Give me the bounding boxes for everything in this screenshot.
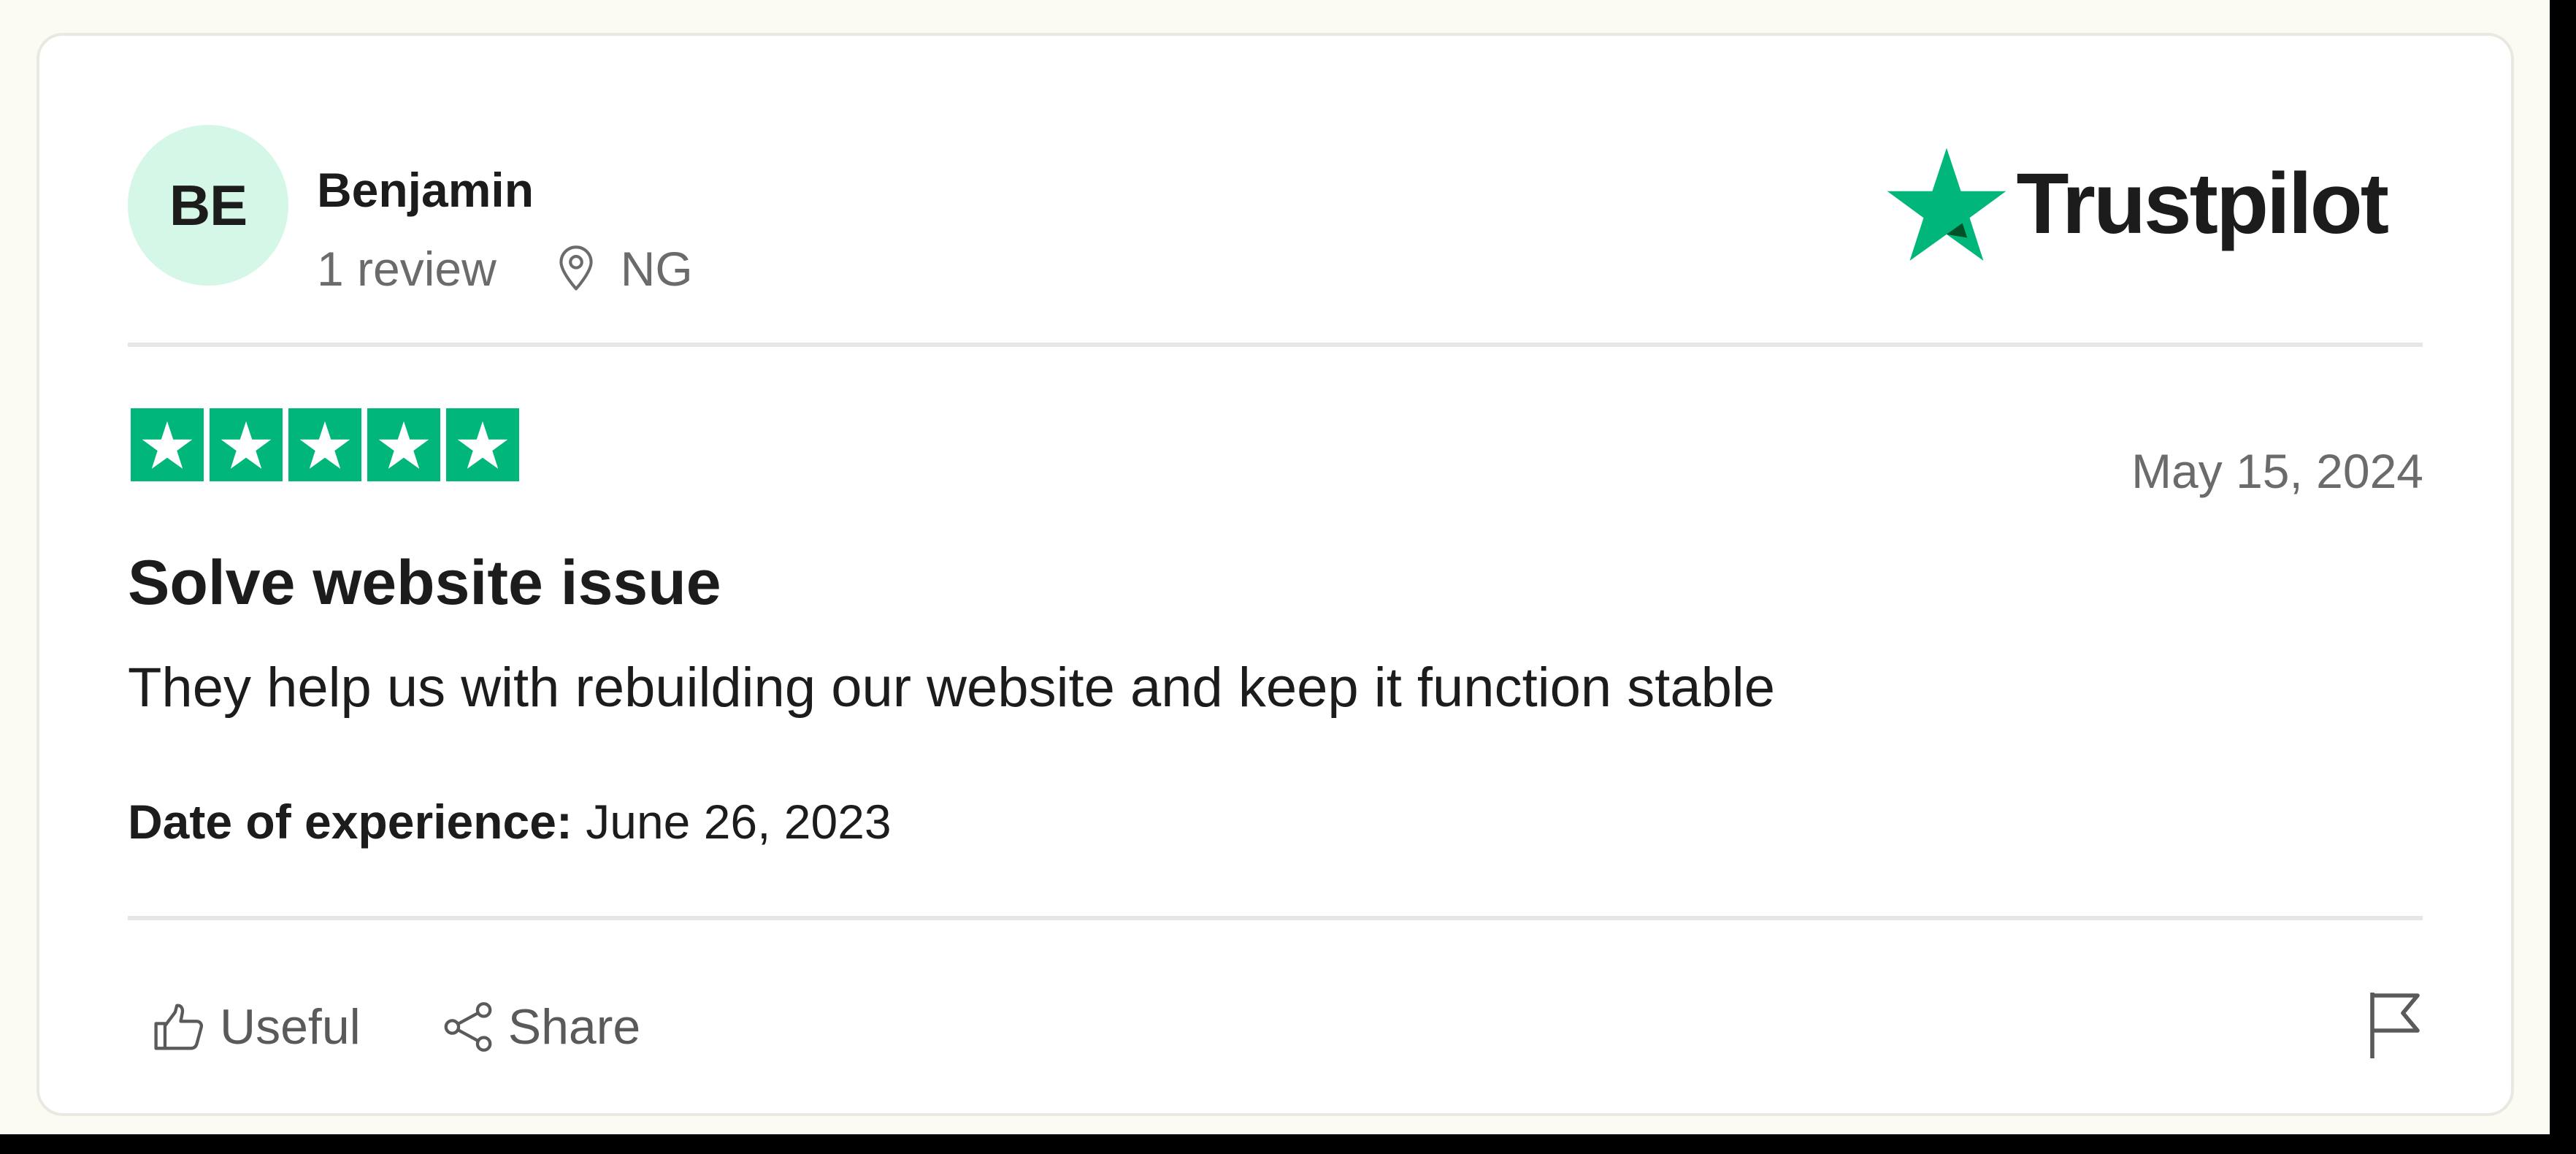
review-count: 1 review xyxy=(317,242,497,296)
trustpilot-star-icon xyxy=(1887,148,2006,261)
flag-icon xyxy=(2370,993,2420,1058)
footer-divider xyxy=(128,916,2423,920)
header-divider xyxy=(128,343,2423,347)
rating-star xyxy=(131,408,204,481)
date-of-experience: Date of experience: June 26, 2023 xyxy=(128,798,892,846)
star-icon xyxy=(457,421,508,469)
rating-star xyxy=(446,408,519,481)
review-title: Solve website issue xyxy=(128,548,721,618)
page-background: BE Benjamin 1 review NG Trustpilot May 1… xyxy=(0,0,2550,1134)
reviewer-name[interactable]: Benjamin xyxy=(317,166,534,214)
rating-star xyxy=(210,408,283,481)
star-icon xyxy=(299,421,350,469)
thumbs-up-icon xyxy=(154,1004,204,1050)
avatar[interactable]: BE xyxy=(128,125,288,286)
review-body: They help us with rebuilding our website… xyxy=(128,657,1776,719)
trustpilot-logo[interactable]: Trustpilot xyxy=(1886,145,2389,262)
rating-star xyxy=(367,408,440,481)
share-icon xyxy=(444,1002,492,1052)
review-actions: Useful Share xyxy=(153,1000,640,1054)
location-code: NG xyxy=(620,242,693,296)
experience-date: June 26, 2023 xyxy=(586,795,892,849)
useful-button[interactable]: Useful xyxy=(153,1000,361,1054)
share-button[interactable]: Share xyxy=(441,1000,640,1054)
report-button[interactable] xyxy=(2365,988,2423,1061)
rating-star xyxy=(288,408,361,481)
review-date: May 15, 2024 xyxy=(2131,444,2423,498)
location-pin-icon xyxy=(559,245,593,291)
trustpilot-wordmark: Trustpilot xyxy=(2016,156,2389,252)
experience-label: Date of experience: xyxy=(128,795,572,849)
avatar-initials: BE xyxy=(169,172,248,237)
reviewer-location: NG xyxy=(555,245,693,293)
star-rating xyxy=(131,408,519,481)
reviewer-meta: 1 review NG xyxy=(317,245,693,293)
star-icon xyxy=(378,421,429,469)
review-card: BE Benjamin 1 review NG Trustpilot May 1… xyxy=(37,33,2514,1116)
star-icon xyxy=(221,421,272,469)
useful-label: Useful xyxy=(220,999,361,1055)
star-icon xyxy=(142,421,193,469)
share-label: Share xyxy=(507,999,641,1055)
